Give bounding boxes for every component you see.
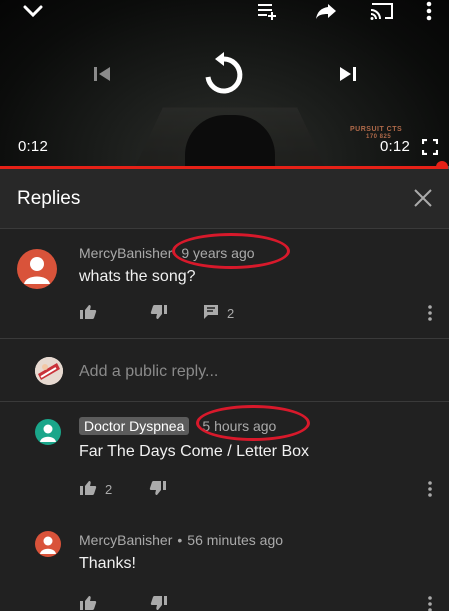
comment-author[interactable]: MercyBanisher <box>79 532 172 548</box>
comment-text: Far The Days Come / Letter Box <box>79 443 310 460</box>
share-icon[interactable] <box>313 0 339 22</box>
avatar[interactable] <box>35 419 61 445</box>
reply-input-row[interactable]: Add a public reply... <box>0 338 449 402</box>
like-icon[interactable] <box>79 595 97 611</box>
close-icon[interactable] <box>410 185 436 211</box>
meta-separator: • <box>177 532 183 548</box>
like-icon[interactable] <box>79 480 97 499</box>
video-player[interactable]: PURSUIT CTS 170 825 0:12 0:12 <box>0 0 449 168</box>
comment-author[interactable]: Doctor Dyspnea <box>79 417 190 435</box>
comment-meta: MercyBanisher • 56 minutes ago <box>79 532 283 548</box>
avatar[interactable] <box>17 249 57 289</box>
comment-menu-icon[interactable] <box>427 596 435 611</box>
reply-icon <box>203 304 219 323</box>
comment-text: Thanks! <box>79 555 136 572</box>
avatar[interactable] <box>35 531 61 557</box>
comment-time: 9 years ago <box>181 245 255 261</box>
skip-next-icon[interactable] <box>336 62 360 86</box>
reply-count-button[interactable]: 2 <box>203 304 234 323</box>
comment-time: 5 hours ago <box>202 418 277 434</box>
more-vert-icon[interactable] <box>422 0 436 22</box>
dislike-icon[interactable] <box>150 304 168 323</box>
reply-comment: MercyBanisher • 56 minutes ago Thanks! <box>0 512 449 611</box>
comment-menu-icon[interactable] <box>427 305 435 323</box>
comment-meta: MercyBanisher 9 years ago <box>79 245 255 261</box>
cast-icon[interactable] <box>368 0 396 22</box>
duration: 0:12 <box>380 138 410 155</box>
comment-author[interactable]: MercyBanisher <box>79 245 172 261</box>
fullscreen-icon[interactable] <box>420 137 440 157</box>
replay-icon[interactable] <box>200 50 248 98</box>
comment-text: whats the song? <box>79 268 196 285</box>
comment-menu-icon[interactable] <box>427 481 435 499</box>
dislike-icon[interactable] <box>149 480 167 499</box>
comment-actions: 2 <box>79 304 234 323</box>
hud-text: PURSUIT CTS <box>350 126 403 133</box>
comment-actions: 2 <box>79 480 167 499</box>
reply-comment: Doctor Dyspnea 5 hours ago Far The Days … <box>0 402 449 512</box>
skip-previous-icon[interactable] <box>90 62 114 86</box>
reply-count: 2 <box>227 306 235 321</box>
replies-title: Replies <box>17 188 81 209</box>
comment-meta: Doctor Dyspnea 5 hours ago <box>79 417 276 435</box>
like-icon[interactable] <box>79 304 97 323</box>
replies-header: Replies <box>0 169 449 229</box>
current-time: 0:12 <box>18 138 48 155</box>
parent-comment: MercyBanisher 9 years ago whats the song… <box>0 229 449 338</box>
reply-input[interactable]: Add a public reply... <box>79 363 218 381</box>
comment-time: 56 minutes ago <box>187 532 284 548</box>
chevron-down-icon[interactable] <box>20 0 46 22</box>
add-to-queue-icon[interactable] <box>256 0 282 22</box>
comment-actions <box>79 595 168 611</box>
like-count: 2 <box>105 482 113 497</box>
user-avatar <box>35 357 63 385</box>
dislike-icon[interactable] <box>150 595 168 611</box>
